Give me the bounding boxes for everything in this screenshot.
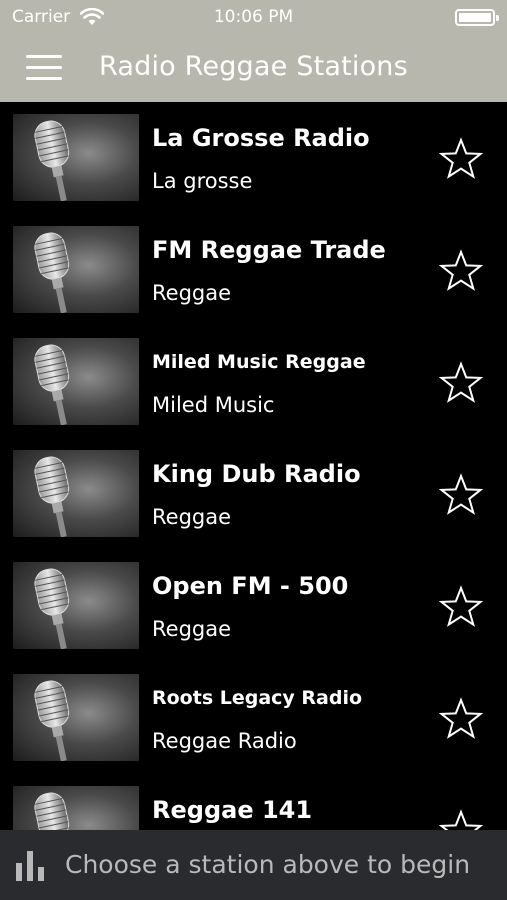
microphone-thumbnail: [13, 786, 139, 830]
station-list[interactable]: La Grosse Radio La grosse FM Reggae Trad…: [0, 102, 507, 830]
hamburger-menu-icon[interactable]: [26, 53, 62, 81]
station-subtitle: Reggae Radio: [152, 729, 297, 753]
station-name: La Grosse Radio: [152, 124, 370, 152]
favorite-star-icon[interactable]: [438, 697, 484, 741]
equalizer-icon: [16, 851, 48, 881]
favorite-star-icon[interactable]: [438, 361, 484, 405]
favorite-star-icon[interactable]: [438, 585, 484, 629]
station-name: FM Reggae Trade: [152, 236, 386, 264]
battery-icon: [455, 9, 499, 26]
microphone-thumbnail: [13, 226, 139, 313]
station-row[interactable]: La Grosse Radio La grosse: [0, 102, 507, 214]
station-row[interactable]: Roots Legacy Radio Reggae Radio: [0, 662, 507, 774]
station-subtitle: Reggae: [152, 617, 232, 641]
favorite-star-icon[interactable]: [438, 809, 484, 830]
station-row[interactable]: Miled Music Reggae Miled Music: [0, 326, 507, 438]
station-subtitle: Reggae: [152, 505, 232, 529]
station-row[interactable]: King Dub Radio Reggae: [0, 438, 507, 550]
microphone-thumbnail: [13, 674, 139, 761]
page-title: Radio Reggae Stations: [99, 51, 408, 82]
station-name: King Dub Radio: [152, 460, 361, 488]
player-bar[interactable]: Choose a station above to begin: [0, 830, 507, 900]
microphone-thumbnail: [13, 562, 139, 649]
status-bar: Carrier 10:06 PM: [0, 0, 507, 36]
status-time: 10:06 PM: [213, 7, 294, 27]
station-name: Open FM - 500: [152, 572, 349, 600]
station-row[interactable]: FM Reggae Trade Reggae: [0, 214, 507, 326]
station-subtitle: La grosse: [152, 169, 253, 193]
favorite-star-icon[interactable]: [438, 137, 484, 181]
station-name: Reggae 141: [152, 796, 313, 824]
microphone-thumbnail: [13, 338, 139, 425]
station-row[interactable]: Open FM - 500 Reggae: [0, 550, 507, 662]
microphone-thumbnail: [13, 114, 139, 201]
favorite-star-icon[interactable]: [438, 473, 484, 517]
station-subtitle: Miled Music: [152, 393, 275, 417]
station-name: Roots Legacy Radio: [152, 687, 363, 709]
station-row[interactable]: Reggae 141: [0, 774, 507, 830]
station-name: Miled Music Reggae: [152, 351, 366, 373]
player-prompt: Choose a station above to begin: [65, 850, 471, 879]
microphone-thumbnail: [13, 450, 139, 537]
station-subtitle: Reggae: [152, 281, 232, 305]
favorite-star-icon[interactable]: [438, 249, 484, 293]
nav-bar: Radio Reggae Stations: [0, 36, 507, 102]
